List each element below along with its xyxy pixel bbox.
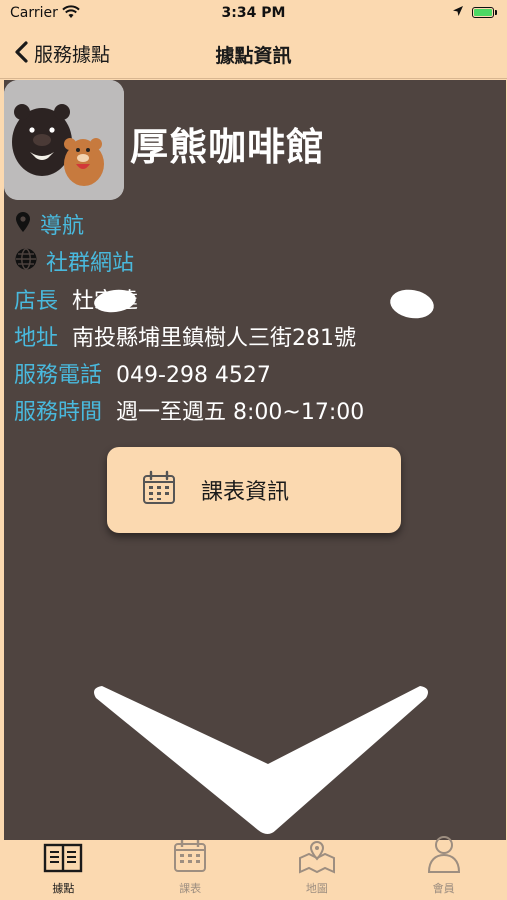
tab-bar: 據點 課表 地圖 會員 <box>0 836 507 900</box>
hours-row: 服務時間 週一至週五 8:00~17:00 <box>14 394 364 426</box>
schedule-button-label: 課表資訊 <box>201 480 290 505</box>
tab-map[interactable]: 地圖 <box>254 840 381 900</box>
clock: 3:34 PM <box>221 5 286 21</box>
phone-value[interactable]: 049-298 4527 <box>116 363 271 388</box>
social-link[interactable]: 社群網站 <box>14 245 134 277</box>
navigation-bar: 服務據點 據點資訊 <box>0 28 507 79</box>
location-arrow-icon <box>452 5 464 21</box>
calendar-icon <box>141 470 177 510</box>
address-row: 地址 南投縣埔里鎮樹人三街281號 <box>14 320 356 352</box>
tab-label: 課表 <box>179 882 202 895</box>
shop-name: 厚熊咖啡館 <box>130 125 326 169</box>
social-link-label: 社群網站 <box>46 251 135 276</box>
tab-schedule[interactable]: 課表 <box>127 840 254 900</box>
tab-label: 據點 <box>52 882 75 895</box>
battery-icon <box>472 7 497 18</box>
address-value: 南投縣埔里鎮樹人三街281號 <box>72 326 357 351</box>
map-icon <box>297 840 337 878</box>
map-pin-icon <box>14 211 32 237</box>
tab-locations[interactable]: 據點 <box>0 840 127 900</box>
status-bar: Carrier 3:34 PM <box>0 0 507 28</box>
hours-value: 週一至週五 8:00~17:00 <box>116 400 365 425</box>
page-title: 據點資訊 <box>215 45 292 67</box>
hours-label: 服務時間 <box>14 400 103 425</box>
navigation-link-label: 導航 <box>40 214 85 239</box>
chevron-down-icon[interactable] <box>86 680 436 840</box>
tab-label: 地圖 <box>305 882 328 895</box>
person-icon <box>426 834 462 878</box>
tab-label: 會員 <box>432 882 455 895</box>
phone-row: 服務電話 049-298 4527 <box>14 357 271 389</box>
overlay-blob <box>387 286 437 322</box>
schedule-button[interactable]: 課表資訊 <box>107 447 401 533</box>
shop-logo <box>4 80 124 200</box>
calendar-icon <box>172 838 208 878</box>
phone-label: 服務電話 <box>14 363 103 388</box>
globe-icon <box>14 247 38 275</box>
address-label: 地址 <box>14 326 59 351</box>
book-icon <box>43 842 83 878</box>
navigation-link[interactable]: 導航 <box>14 208 84 240</box>
tab-member[interactable]: 會員 <box>380 836 507 900</box>
shop-detail-panel: 厚熊咖啡館 導航 社群網站 店長 杜宗達 地址 南投縣埔里鎮樹人三街281號 <box>4 80 506 840</box>
manager-label: 店長 <box>14 289 59 314</box>
